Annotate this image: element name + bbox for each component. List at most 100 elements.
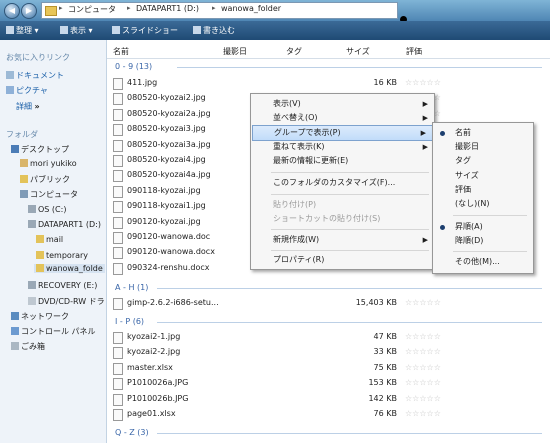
rating-stars[interactable]: ☆☆☆☆☆ xyxy=(405,363,441,372)
file-icon xyxy=(113,216,123,229)
submenu-item-descending[interactable]: 降順(D) xyxy=(433,234,533,248)
menu-item-properties[interactable]: プロパティ(R) xyxy=(251,253,434,267)
group-divider xyxy=(157,322,542,323)
slideshow-button[interactable]: スライドショー xyxy=(112,24,178,37)
menu-item-group-by[interactable]: グループで表示(P) ▶ xyxy=(252,125,433,141)
tree-item-dvd[interactable]: DVD/CD-RW ドラ xyxy=(28,296,105,307)
tree-item-public[interactable]: パブリック xyxy=(20,174,70,185)
file-name: 090120-wanowa.docx xyxy=(127,247,215,257)
file-name: 090120-kyozai.jpg xyxy=(127,216,201,226)
file-icon xyxy=(113,201,123,214)
menu-item-refresh[interactable]: 最新の情報に更新(E) xyxy=(251,154,434,168)
menu-item-sort[interactable]: 並べ替え(O) ▶ xyxy=(251,111,434,125)
menu-separator xyxy=(453,215,527,216)
organize-button[interactable]: 整理 ▾ xyxy=(6,24,39,37)
file-icon xyxy=(113,155,123,167)
file-icon xyxy=(113,124,123,137)
views-button[interactable]: 表示 ▾ xyxy=(60,24,93,37)
tree-item-recycle-bin[interactable]: ごみ箱 xyxy=(11,341,45,352)
file-icon xyxy=(113,247,123,260)
folder-icon xyxy=(36,264,44,272)
submenu-item-none[interactable]: (なし)(N) xyxy=(433,197,533,211)
rating-stars[interactable]: ☆☆☆☆☆ xyxy=(405,378,441,387)
favorites-header: お気に入りリンク xyxy=(6,53,70,62)
file-size: 33 KB xyxy=(373,347,397,357)
file-icon xyxy=(113,108,123,121)
column-header-tags[interactable]: タグ xyxy=(286,46,302,57)
file-icon xyxy=(113,362,123,375)
burn-button[interactable]: 書き込む xyxy=(193,24,235,37)
menu-item-view[interactable]: 表示(V) ▶ xyxy=(251,97,434,111)
column-header-name[interactable]: 名前 xyxy=(113,46,129,57)
more-link[interactable]: 詳細 » xyxy=(16,101,40,112)
group-header-a-h[interactable]: A - H (1) xyxy=(115,283,148,292)
tree-item-wanowa-folder[interactable]: wanowa_folde xyxy=(34,264,105,273)
dvd-drive-icon xyxy=(28,297,36,305)
folder-icon xyxy=(20,175,28,183)
tree-item-datapart1[interactable]: DATAPART1 (D:) xyxy=(28,220,101,229)
file-size: 75 KB xyxy=(373,362,397,372)
file-size: 15,403 KB xyxy=(355,298,397,307)
group-header-0-9[interactable]: 0 - 9 (13) xyxy=(115,62,152,71)
file-icon xyxy=(113,262,123,275)
tree-item-temporary[interactable]: temporary xyxy=(36,251,88,260)
file-size: 16 KB xyxy=(373,78,397,87)
rating-stars[interactable]: ☆☆☆☆☆ xyxy=(405,394,441,403)
submenu-item-rating[interactable]: 評価 xyxy=(433,183,533,197)
back-arrow-icon[interactable]: ◀ xyxy=(4,3,20,19)
breadcrumb-separator-icon: ▸ xyxy=(59,4,63,12)
submenu-item-name[interactable]: 名前 xyxy=(433,126,533,140)
pictures-icon xyxy=(6,86,14,94)
menu-item-stack-by[interactable]: 重ねて表示(K) ▶ xyxy=(251,140,434,154)
rating-stars[interactable]: ☆☆☆☆☆ xyxy=(405,409,441,418)
submenu-arrow-icon: ▶ xyxy=(422,114,428,122)
file-icon xyxy=(113,378,123,391)
submenu-item-more[interactable]: その他(M)... xyxy=(433,255,533,269)
folder-icon xyxy=(45,6,57,16)
submenu-item-size[interactable]: サイズ xyxy=(433,169,533,183)
menu-item-customize[interactable]: このフォルダのカスタマイズ(F)... xyxy=(251,176,434,190)
group-header-i-p[interactable]: I - P (6) xyxy=(115,317,144,326)
column-header-size[interactable]: サイズ xyxy=(346,46,370,57)
menu-separator xyxy=(271,194,429,195)
address-bar[interactable]: ▸ コンピュータ ▸ DATAPART1 (D:) ▸ wanowa_folde… xyxy=(41,2,398,19)
tree-item-mail[interactable]: mail xyxy=(36,235,63,244)
breadcrumb-datapart1[interactable]: DATAPART1 (D:) xyxy=(136,4,199,13)
submenu-item-date-taken[interactable]: 撮影日 xyxy=(433,140,533,154)
forward-arrow-icon[interactable]: ▶ xyxy=(21,3,37,19)
tree-item-computer[interactable]: コンピュータ xyxy=(20,189,78,200)
tree-item-desktop[interactable]: デスクトップ xyxy=(11,144,69,155)
rating-stars[interactable]: ☆☆☆☆☆ xyxy=(405,78,441,87)
navigation-pane: お気に入りリンク ドキュメント ピクチャ 詳細 » フォルダ デスクトップ mo… xyxy=(0,40,107,443)
file-name: master.xlsx xyxy=(127,362,173,372)
tree-item-network[interactable]: ネットワーク xyxy=(11,311,69,322)
file-icon xyxy=(113,78,123,90)
menu-item-new[interactable]: 新規作成(W) ▶ xyxy=(251,233,434,247)
rating-stars[interactable]: ☆☆☆☆☆ xyxy=(405,298,441,307)
column-header-date-taken[interactable]: 撮影日 xyxy=(223,46,247,57)
rating-stars[interactable]: ☆☆☆☆☆ xyxy=(405,347,441,356)
file-size: 142 KB xyxy=(368,393,397,403)
tree-item-recovery[interactable]: RECOVERY (E:) xyxy=(28,281,97,290)
file-name: 090324-renshu.docx xyxy=(127,262,210,272)
tree-item-os-c[interactable]: OS (C:) xyxy=(28,205,66,214)
file-icon xyxy=(113,298,123,310)
sidebar-item-documents[interactable]: ドキュメント xyxy=(6,70,64,81)
breadcrumb-wanowa-folder[interactable]: wanowa_folder xyxy=(221,4,281,13)
submenu-item-ascending[interactable]: 昇順(A) xyxy=(433,220,533,234)
file-size: 76 KB xyxy=(373,409,397,418)
selected-bullet-icon xyxy=(440,131,445,136)
file-name: 080520-kyozai4.jpg xyxy=(127,155,206,164)
control-panel-icon xyxy=(11,327,19,335)
sidebar-item-pictures[interactable]: ピクチャ xyxy=(6,85,48,96)
file-name: 080520-kyozai3a.jpg xyxy=(127,139,211,149)
tree-item-user[interactable]: mori yukiko xyxy=(20,159,77,168)
rating-stars[interactable]: ☆☆☆☆☆ xyxy=(405,332,441,341)
group-header-q-z[interactable]: Q - Z (3) xyxy=(115,428,149,437)
breadcrumb-computer[interactable]: コンピュータ xyxy=(68,4,116,15)
column-header-rating[interactable]: 評価 xyxy=(406,46,422,57)
tree-item-control-panel[interactable]: コントロール パネル xyxy=(11,326,96,337)
file-name: 080520-kyozai2.jpg xyxy=(127,93,206,103)
file-icon xyxy=(113,232,123,244)
submenu-item-tags[interactable]: タグ xyxy=(433,154,533,168)
